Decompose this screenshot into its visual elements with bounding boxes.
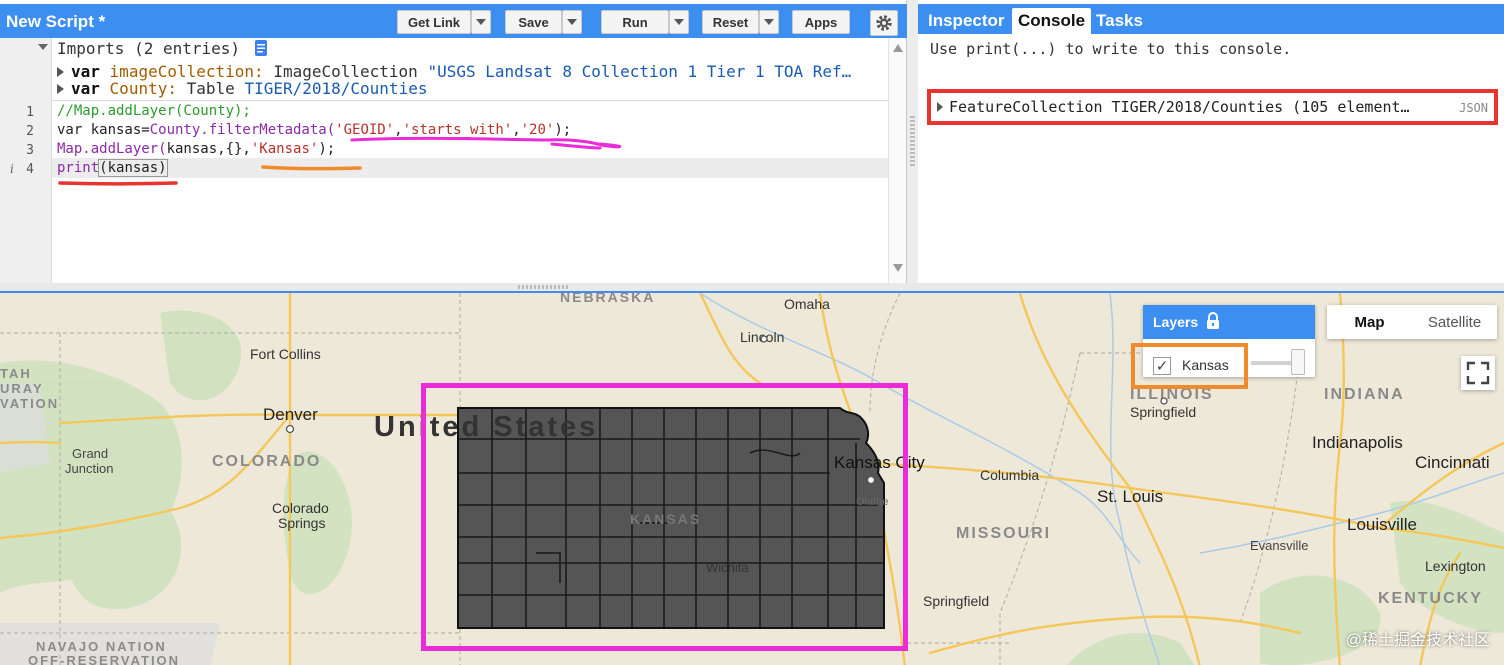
tab-console[interactable]: Console <box>1012 8 1092 34</box>
code-editor-pane: New Script * Get Link Save Run Reset App… <box>0 0 907 283</box>
json-badge[interactable]: JSON <box>1459 101 1488 115</box>
collapse-imports-icon[interactable] <box>38 44 48 52</box>
reset-dropdown-icon[interactable] <box>759 10 779 34</box>
layer-visibility-checkbox[interactable]: ✓ <box>1153 357 1171 375</box>
map-type-toggle: Map Satellite <box>1327 305 1497 339</box>
get-link-dropdown-icon[interactable] <box>471 10 491 34</box>
run-dropdown-icon[interactable] <box>669 10 689 34</box>
layers-panel: Layers ✓ Kansas <box>1131 305 1315 389</box>
expand-arrow-icon[interactable] <box>937 102 944 112</box>
editor-scrollbar[interactable] <box>888 38 906 283</box>
lock-icon[interactable] <box>1205 312 1221 330</box>
layer-name[interactable]: Kansas <box>1182 357 1229 373</box>
layers-header[interactable]: Layers <box>1143 305 1315 339</box>
line-number: 3 <box>26 143 34 158</box>
layer-row-kansas[interactable]: ✓ Kansas <box>1131 343 1248 389</box>
line-number: 1 <box>26 105 34 120</box>
kansas-highlight-box <box>421 383 908 651</box>
map-canvas[interactable]: NEBRASKA Omaha Lincoln Fort Collins TAH … <box>0 291 1504 665</box>
save-dropdown-icon[interactable] <box>562 10 582 34</box>
console-result-row[interactable]: FeatureCollection TIGER/2018/Counties (1… <box>927 89 1498 125</box>
output-panel: Inspector Console Tasks Use print(...) t… <box>918 0 1504 283</box>
layer-opacity-slider[interactable] <box>1291 349 1305 375</box>
console-hint: Use print(...) to write to this console. <box>930 40 1292 58</box>
reset-button[interactable]: Reset <box>702 10 759 34</box>
horizontal-splitter[interactable] <box>0 283 1504 291</box>
line-gutter: 1 2 3 i 4 <box>0 38 52 283</box>
panel-tabs: Inspector Console Tasks <box>918 4 1504 34</box>
console-result[interactable]: FeatureCollection TIGER/2018/Counties (1… <box>937 98 1410 116</box>
run-button[interactable]: Run <box>601 10 669 34</box>
watermark: @稀土掘金技术社区 <box>1345 632 1490 649</box>
code-editor-app: New Script * Get Link Save Run Reset App… <box>0 0 1504 665</box>
line-number: 4 <box>26 162 34 177</box>
fullscreen-icon <box>1466 361 1490 385</box>
script-title[interactable]: New Script * <box>6 12 105 32</box>
apps-button[interactable]: Apps <box>792 10 850 34</box>
get-link-button[interactable]: Get Link <box>397 10 471 34</box>
annotation-underlines <box>58 136 622 186</box>
tab-inspector[interactable]: Inspector <box>922 8 1011 34</box>
code-area[interactable]: Imports (2 entries) var imageCollection:… <box>52 38 888 283</box>
vertical-splitter[interactable] <box>907 0 918 283</box>
gear-icon[interactable] <box>870 10 898 36</box>
save-button[interactable]: Save <box>505 10 562 34</box>
line-number: 2 <box>26 124 34 139</box>
map-type-satellite-button[interactable]: Satellite <box>1412 305 1497 339</box>
map-type-map-button[interactable]: Map <box>1327 305 1412 339</box>
tab-tasks[interactable]: Tasks <box>1090 8 1149 34</box>
fullscreen-button[interactable] <box>1461 356 1495 390</box>
editor-toolbar: New Script * Get Link Save Run Reset App… <box>0 4 907 38</box>
